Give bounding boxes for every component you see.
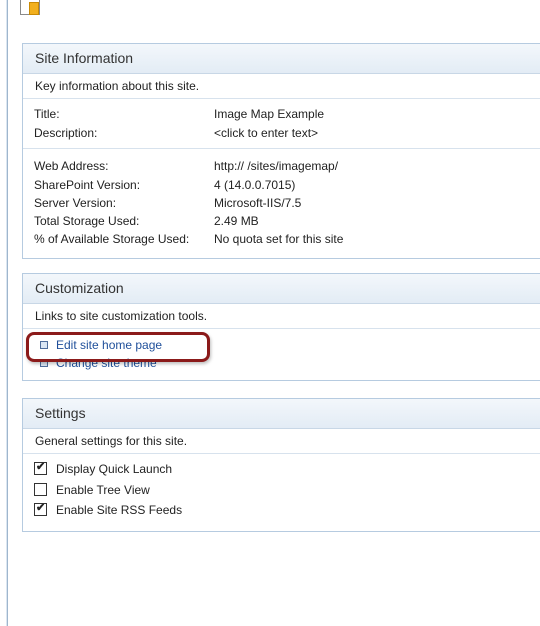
sharepoint-version-value: 4 (14.0.0.7015) (214, 178, 296, 192)
description-value[interactable]: <click to enter text> (214, 124, 318, 142)
description-label: Description: (34, 126, 98, 140)
option-enable-tree-view[interactable]: Enable Tree View (34, 481, 150, 499)
server-version-value: Microsoft-IIS/7.5 (214, 196, 302, 210)
available-storage-label: % of Available Storage Used: (34, 232, 190, 246)
sharepoint-version-label: SharePoint Version: (34, 178, 141, 192)
settings-description: General settings for this site. (23, 429, 540, 454)
site-home-icon (20, 0, 40, 15)
available-storage-value: No quota set for this site (214, 232, 344, 246)
option-display-quick-launch[interactable]: ✔ Display Quick Launch (34, 460, 172, 478)
customization-description: Links to site customization tools. (23, 304, 540, 329)
title-value[interactable]: Image Map Example (214, 105, 324, 123)
settings-header: Settings (23, 399, 540, 429)
total-storage-label: Total Storage Used: (34, 214, 140, 228)
checkbox-unchecked-icon[interactable] (34, 483, 47, 497)
left-border (0, 0, 8, 626)
total-storage-value: 2.49 MB (214, 214, 259, 228)
web-address-value: http:// /sites/imagemap/ (214, 159, 339, 173)
highlight-callout (26, 332, 210, 362)
title-label: Title: (34, 107, 60, 121)
site-information-description: Key information about this site. (23, 74, 540, 99)
site-information-header: Site Information (23, 44, 540, 74)
customization-header: Customization (23, 274, 540, 304)
divider (23, 148, 540, 149)
option-enable-site-rss-feeds[interactable]: ✔ Enable Site RSS Feeds (34, 501, 182, 519)
checkbox-checked-icon[interactable]: ✔ (34, 462, 47, 476)
server-version-label: Server Version: (34, 196, 117, 210)
checkbox-checked-icon[interactable]: ✔ (34, 503, 47, 517)
web-address-label: Web Address: (34, 159, 109, 173)
